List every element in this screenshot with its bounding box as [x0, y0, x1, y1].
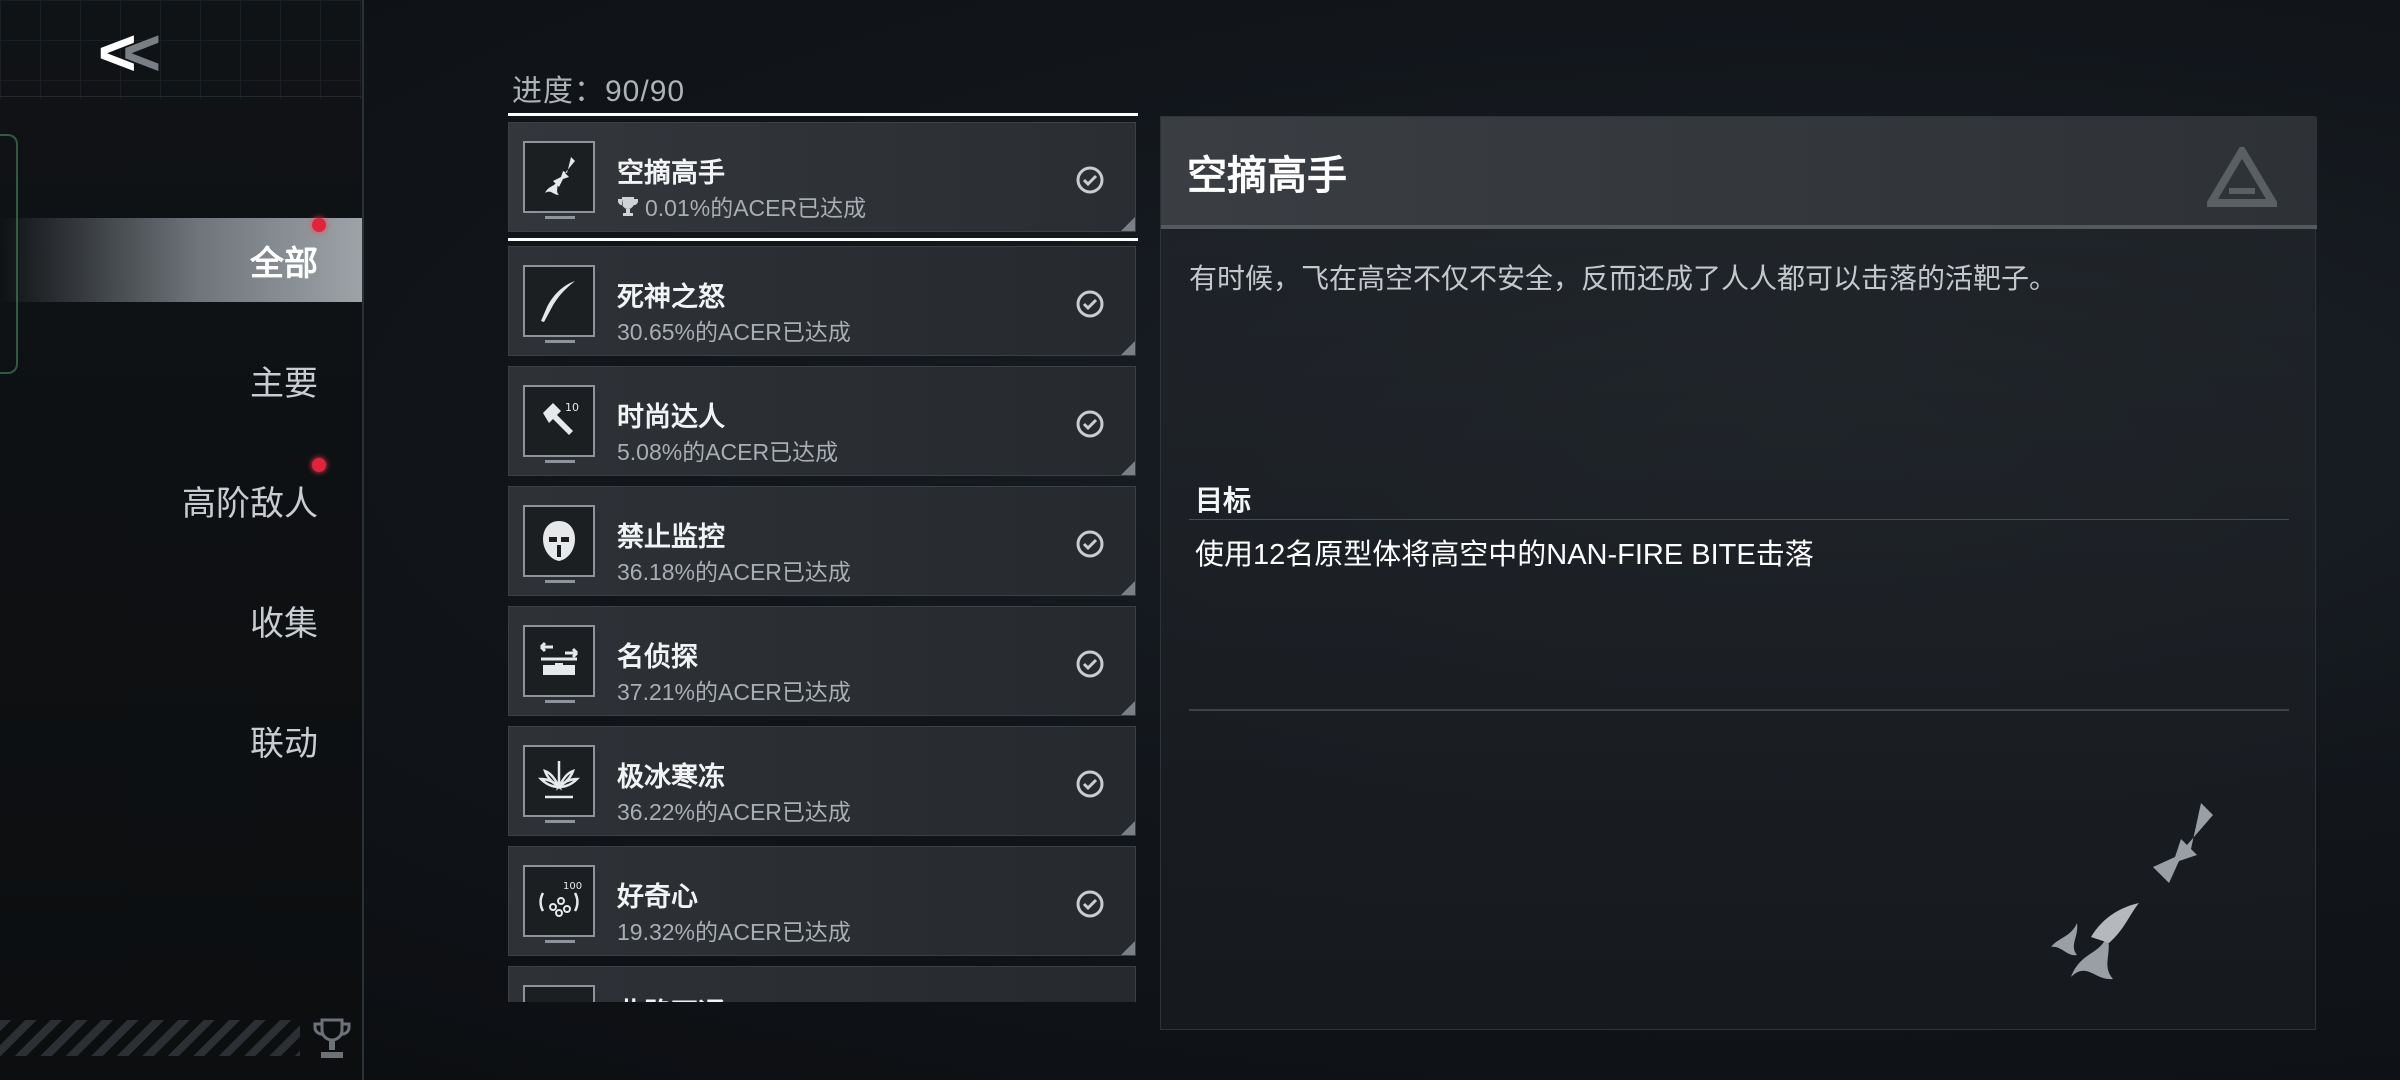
hammer-10-icon: 10 — [523, 385, 595, 463]
goal-label: 目标 — [1195, 485, 1252, 516]
ice-crystal-icon — [523, 745, 595, 823]
achievement-rate: 37.21%的ACER已达成 — [617, 679, 851, 705]
trophy-icon — [313, 1018, 351, 1058]
notification-badge — [312, 218, 326, 232]
detail-header: 空摘高手 — [1161, 117, 2317, 229]
detail-title: 空摘高手 — [1187, 154, 1347, 198]
achievement-item[interactable]: 此路不通 — [508, 966, 1136, 1002]
achievement-item[interactable]: 100 好奇心 19.32%的ACER已达成 — [508, 846, 1136, 956]
trophy-icon — [617, 197, 639, 216]
achievement-title: 好奇心 — [617, 882, 698, 912]
category-sidebar: << 全部 主要 高阶敌人 收集 联动 — [0, 0, 364, 1080]
triangle-logo-icon — [2207, 147, 2277, 207]
check-circle-icon — [1076, 890, 1104, 918]
achievement-rate: 0.01%的ACER已达成 — [645, 195, 867, 221]
nav-item-collab[interactable]: 联动 — [0, 698, 362, 782]
achievement-rate: 19.32%的ACER已达成 — [617, 919, 851, 945]
svg-text:10: 10 — [565, 401, 579, 414]
goal-bottom-divider — [1189, 709, 2289, 711]
achievement-title: 名侦探 — [617, 642, 698, 672]
nav-item-collection[interactable]: 收集 — [0, 578, 362, 662]
goal-divider — [1189, 519, 2289, 520]
nav-item-label: 全部 — [250, 244, 318, 283]
nav-item-all[interactable]: 全部 — [0, 218, 362, 302]
achievement-title: 极冰寒冻 — [617, 762, 725, 792]
nav-item-label: 主要 — [250, 364, 318, 403]
nav-item-label: 收集 — [250, 604, 318, 643]
achievement-detail-panel: 空摘高手 有时候，飞在高空不仅不安全，反而还成了人人都可以击落的活靶子。 目标 … — [1160, 116, 2317, 1030]
achievement-rate: 30.65%的ACER已达成 — [617, 319, 851, 345]
goal-text: 使用12名原型体将高空中的NAN-FIRE BITE击落 — [1195, 539, 1814, 571]
nav-item-main[interactable]: 主要 — [0, 338, 362, 422]
notification-badge — [312, 458, 326, 472]
detail-description: 有时候，飞在高空不仅不安全，反而还成了人人都可以击落的活靶子。 — [1189, 263, 2058, 294]
scythe-icon — [523, 265, 595, 343]
progress-counter: 进度：90/90 — [512, 75, 686, 108]
achievement-rate: 36.18%的ACER已达成 — [617, 559, 851, 585]
check-circle-icon — [1076, 530, 1104, 558]
nav-item-label: 联动 — [250, 724, 318, 763]
achievement-title: 空摘高手 — [617, 158, 725, 188]
svg-text:100: 100 — [563, 881, 582, 892]
sidebar-divider — [0, 96, 362, 97]
detective-arrows-icon — [523, 625, 595, 703]
check-circle-icon — [1076, 166, 1104, 194]
hatch-decoration — [0, 1020, 300, 1056]
road-block-icon — [523, 985, 595, 1002]
curious-100-icon: 100 — [523, 865, 595, 943]
achievement-item[interactable]: 极冰寒冻 36.22%的ACER已达成 — [508, 726, 1136, 836]
achievement-item[interactable]: 死神之怒 30.65%的ACER已达成 — [508, 246, 1136, 356]
nav-item-label: 高阶敌人 — [182, 484, 318, 523]
achievement-title: 时尚达人 — [617, 402, 725, 432]
jet-crash-icon — [523, 141, 595, 219]
achievement-rate: 36.22%的ACER已达成 — [617, 799, 851, 825]
check-circle-icon — [1076, 650, 1104, 678]
check-circle-icon — [1076, 290, 1104, 318]
nav-item-elite-enemies[interactable]: 高阶敌人 — [0, 458, 362, 542]
achievement-item[interactable]: 空摘高手 0.01%的ACER已达成 — [508, 113, 1138, 241]
mask-face-icon — [523, 505, 595, 583]
back-button[interactable]: << — [98, 19, 198, 85]
achievement-rate: 5.08%的ACER已达成 — [617, 439, 839, 465]
achievement-list[interactable]: 空摘高手 0.01%的ACER已达成 死神之怒 30.65%的ACER已达成 1… — [508, 112, 1138, 1002]
achievement-item[interactable]: 名侦探 37.21%的ACER已达成 — [508, 606, 1136, 716]
double-chevron-left-icon: < — [98, 15, 136, 89]
achievement-item[interactable]: 禁止监控 36.18%的ACER已达成 — [508, 486, 1136, 596]
check-circle-icon — [1076, 410, 1104, 438]
achievement-title: 禁止监控 — [617, 522, 725, 552]
achievement-title: 此路不通 — [617, 991, 725, 1002]
achievement-item[interactable]: 10 时尚达人 5.08%的ACER已达成 — [508, 366, 1136, 476]
jet-crash-icon — [2051, 803, 2213, 980]
check-circle-icon — [1076, 770, 1104, 798]
achievement-title: 死神之怒 — [617, 282, 725, 312]
